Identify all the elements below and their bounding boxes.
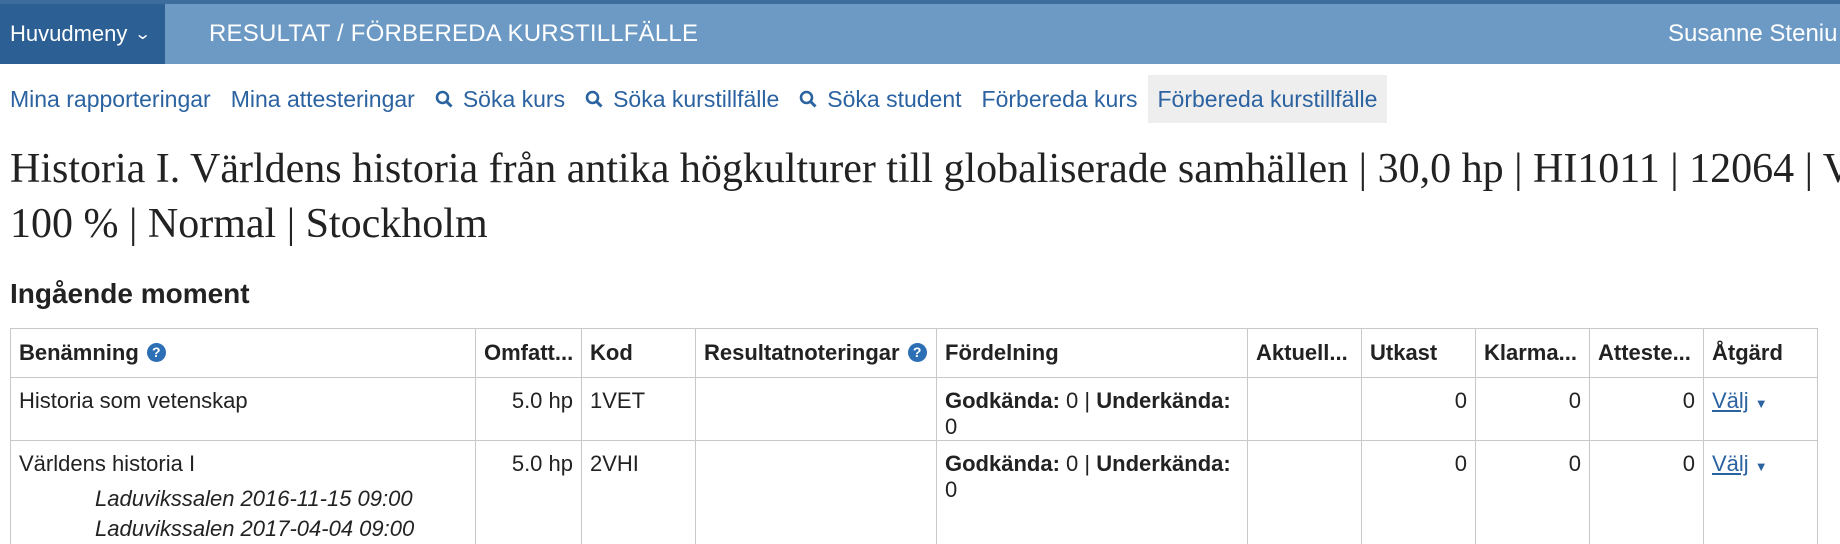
choose-action-link[interactable]: Välj xyxy=(1712,451,1749,476)
col-header-name[interactable]: Benämning? xyxy=(10,328,476,378)
cell-action: Välj ▼ xyxy=(1703,377,1818,441)
caret-down-icon[interactable]: ▼ xyxy=(1755,396,1768,411)
modules-table: Benämning? Omfatt... Kod Resultatnoterin… xyxy=(10,328,1818,544)
table-row: Världens historia I Laduvikssalen 2016-1… xyxy=(10,440,1818,544)
cell-name: Världens historia I Laduvikssalen 2016-1… xyxy=(10,440,476,544)
cell-current xyxy=(1247,377,1362,441)
search-icon xyxy=(585,90,603,108)
col-header-notes[interactable]: Resultatnoteringar? xyxy=(695,328,937,378)
nav-label: Söka kurs xyxy=(462,85,566,112)
cell-attested: 0 xyxy=(1589,377,1704,441)
col-header-current[interactable]: Aktuell... xyxy=(1247,328,1362,378)
exam-occasion: Laduvikssalen 2016-11-15 09:00 xyxy=(95,486,413,511)
section-heading: Ingående moment xyxy=(10,278,250,309)
nav-label: Mina attesteringar xyxy=(230,85,415,112)
cell-distribution: Godkända: 0 | Underkända: 0 xyxy=(936,440,1248,544)
page-title-line-1: Historia I. Världens historia från antik… xyxy=(10,146,1840,192)
cell-scope: 5.0 hp xyxy=(475,377,582,441)
cell-name: Historia som vetenskap xyxy=(10,377,476,441)
cell-code: 2VHI xyxy=(581,440,696,544)
col-header-draft[interactable]: Utkast xyxy=(1361,328,1476,378)
nav-my-attestations[interactable]: Mina attesteringar xyxy=(221,75,425,123)
cell-distribution: Godkända: 0 | Underkända: 0 xyxy=(936,377,1248,441)
help-icon[interactable]: ? xyxy=(146,342,166,362)
choose-action-link[interactable]: Välj xyxy=(1712,388,1749,413)
help-icon[interactable]: ? xyxy=(907,342,927,362)
nav-prepare-course[interactable]: Förbereda kurs xyxy=(972,75,1148,123)
search-icon xyxy=(799,90,817,108)
col-header-code[interactable]: Kod xyxy=(581,328,696,378)
user-name[interactable]: Susanne Steniu xyxy=(1668,4,1840,64)
cell-ready: 0 xyxy=(1475,377,1590,441)
cell-code: 1VET xyxy=(581,377,696,441)
cell-scope: 5.0 hp xyxy=(475,440,582,544)
breadcrumb: RESULTAT / FÖRBEREDA KURSTILLFÄLLE xyxy=(209,20,699,47)
table-header-row: Benämning? Omfatt... Kod Resultatnoterin… xyxy=(10,328,1818,378)
col-header-distribution[interactable]: Fördelning xyxy=(936,328,1248,378)
main-menu-button[interactable]: Huvudmeny ⌄ xyxy=(0,4,165,64)
nav-search-course-instance[interactable]: Söka kurstillfälle xyxy=(575,75,789,123)
col-header-attested[interactable]: Atteste... xyxy=(1589,328,1704,378)
cell-current xyxy=(1247,440,1362,544)
exam-occasion: Laduvikssalen 2017-04-04 09:00 xyxy=(95,516,415,541)
nav-label: Förbereda kurstillfälle xyxy=(1157,85,1378,112)
nav-search-course[interactable]: Söka kurs xyxy=(425,75,575,123)
col-header-scope[interactable]: Omfatt... xyxy=(475,328,582,378)
cell-draft: 0 xyxy=(1361,377,1476,441)
nav-prepare-course-instance[interactable]: Förbereda kurstillfälle xyxy=(1147,75,1388,123)
cell-action: Välj ▼ xyxy=(1703,440,1818,544)
nav-label: Mina rapporteringar xyxy=(10,85,211,112)
cell-notes xyxy=(695,440,937,544)
cell-ready: 0 xyxy=(1475,440,1590,544)
table-row: Historia som vetenskap 5.0 hp 1VET Godkä… xyxy=(10,377,1818,441)
nav-label: Söka student xyxy=(827,85,962,112)
page-title: Historia I. Världens historia från antik… xyxy=(10,142,1840,252)
nav-my-reports[interactable]: Mina rapporteringar xyxy=(0,75,221,123)
chevron-down-icon: ⌄ xyxy=(134,26,152,43)
cell-notes xyxy=(695,377,937,441)
search-icon xyxy=(435,90,453,108)
page-title-line-2: 100 % | Normal | Stockholm xyxy=(10,201,488,247)
col-header-action: Åtgärd xyxy=(1703,328,1818,378)
nav-label: Söka kurstillfälle xyxy=(613,85,780,112)
cell-attested: 0 xyxy=(1589,440,1704,544)
cell-draft: 0 xyxy=(1361,440,1476,544)
top-bar: Huvudmeny ⌄ RESULTAT / FÖRBEREDA KURSTIL… xyxy=(0,0,1840,64)
main-menu-label: Huvudmeny xyxy=(10,21,128,46)
nav-search-student[interactable]: Söka student xyxy=(789,75,971,123)
caret-down-icon[interactable]: ▼ xyxy=(1755,459,1768,474)
nav-label: Förbereda kurs xyxy=(981,85,1138,112)
col-header-ready[interactable]: Klarma... xyxy=(1475,328,1590,378)
sub-navigation: Mina rapporteringar Mina attesteringar S… xyxy=(0,75,1388,123)
